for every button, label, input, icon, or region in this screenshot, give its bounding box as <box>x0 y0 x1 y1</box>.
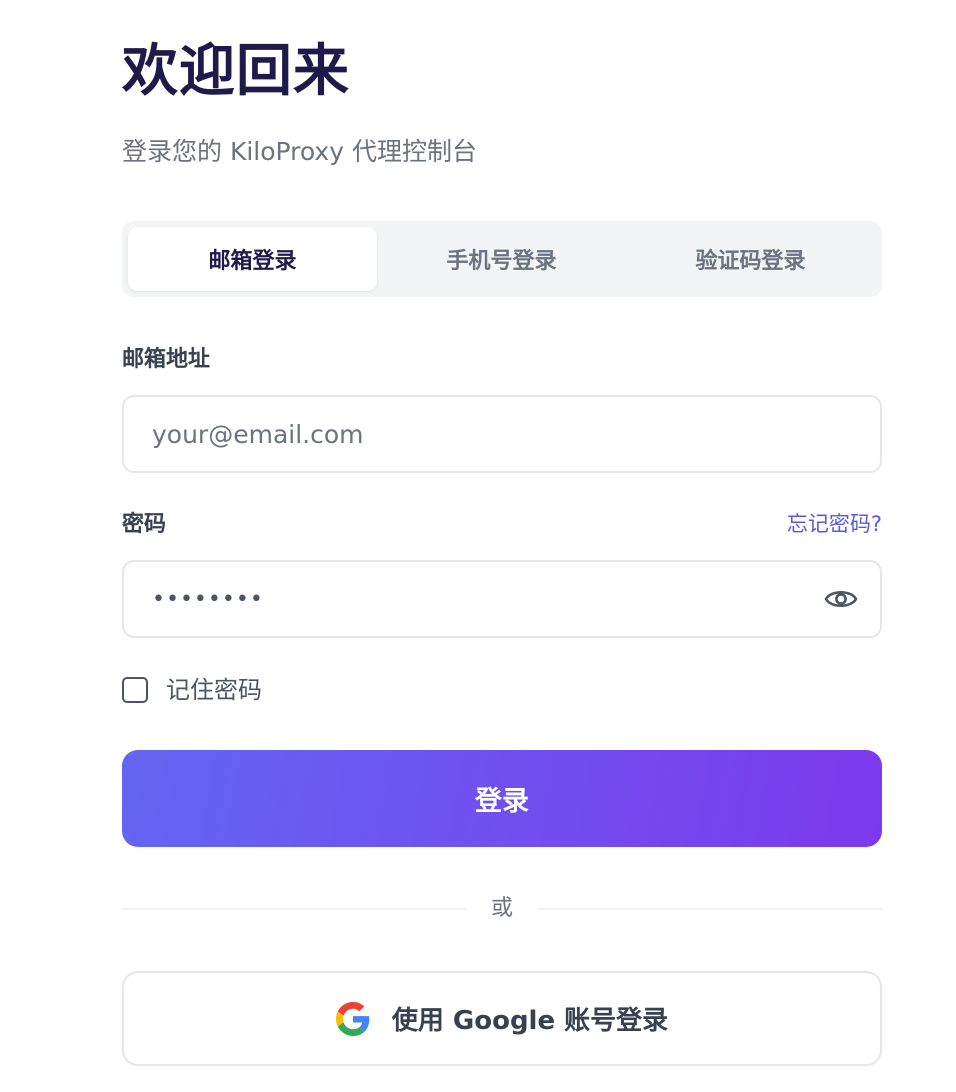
email-field[interactable] <box>124 397 880 471</box>
google-login-label: 使用 Google 账号登录 <box>391 1006 669 1036</box>
google-login-button[interactable]: 使用 Google 账号登录 <box>122 971 882 1066</box>
password-value: •••••••• <box>152 586 264 612</box>
tab-phone-login[interactable]: 手机号登录 <box>377 227 626 291</box>
password-field[interactable]: •••••••• <box>122 560 882 638</box>
login-button[interactable]: 登录 <box>122 750 882 847</box>
login-method-tabs: 邮箱登录 手机号登录 验证码登录 <box>122 221 882 297</box>
tab-email-login[interactable]: 邮箱登录 <box>128 227 377 291</box>
eye-icon[interactable] <box>824 584 858 614</box>
divider-text: 或 <box>490 896 513 921</box>
remember-row: 记住密码 <box>122 675 262 705</box>
divider-line-right <box>538 908 882 910</box>
login-page: 欢迎回来 登录您的 KiloProxy 代理控制台 邮箱登录 手机号登录 验证码… <box>0 0 956 1092</box>
password-label: 密码 <box>122 512 167 537</box>
email-field-container <box>122 395 882 473</box>
email-label: 邮箱地址 <box>122 347 211 372</box>
divider-line-left <box>122 908 466 910</box>
remember-checkbox[interactable] <box>122 677 148 703</box>
google-icon <box>335 1001 370 1036</box>
page-subtitle: 登录您的 KiloProxy 代理控制台 <box>122 137 477 166</box>
tab-code-login[interactable]: 验证码登录 <box>626 227 875 291</box>
remember-label[interactable]: 记住密码 <box>166 675 262 705</box>
forgot-password-link[interactable]: 忘记密码? <box>787 509 882 539</box>
page-title: 欢迎回来 <box>122 39 350 104</box>
